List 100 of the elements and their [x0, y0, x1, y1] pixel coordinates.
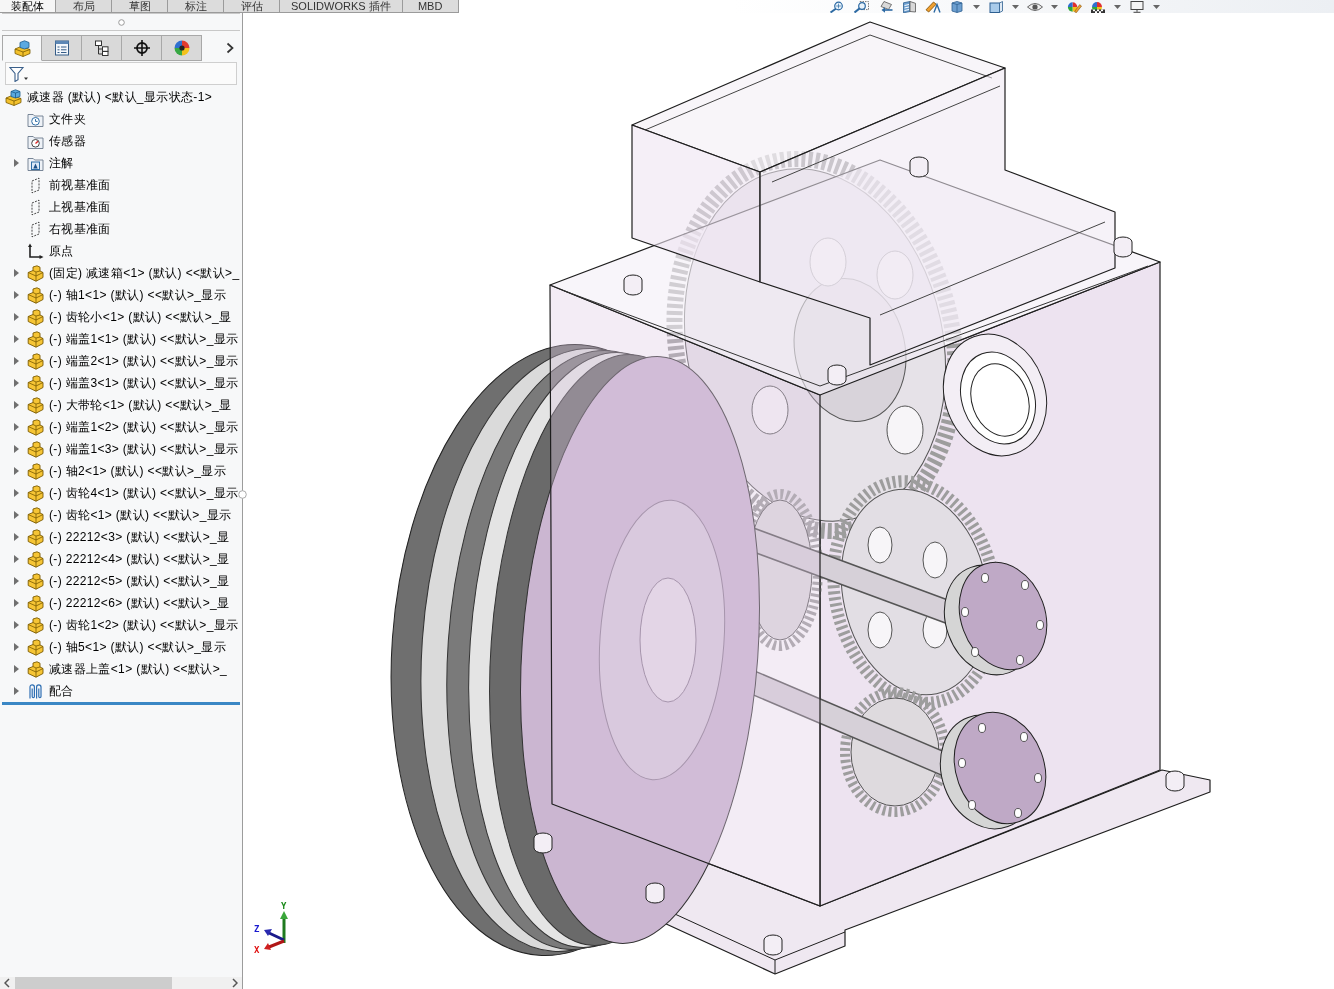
- eye-icon[interactable]: [1027, 0, 1043, 13]
- expand-arrow-icon[interactable]: [13, 357, 19, 365]
- caret-icon[interactable]: [973, 4, 980, 9]
- axis-label: X: [254, 945, 260, 955]
- tree-item[interactable]: (-) 齿轮4<1> (默认) <<默认>_显示: [49, 484, 239, 502]
- expand-arrow-icon[interactable]: [13, 577, 19, 585]
- tree-item[interactable]: (-) 齿轮<1> (默认) <<默认>_显示: [49, 506, 232, 524]
- tree-item[interactable]: 注解: [49, 154, 74, 172]
- axis-label: Y: [281, 901, 287, 911]
- part-block-icon: [27, 528, 44, 546]
- expand-arrow-icon[interactable]: [13, 511, 19, 519]
- axis-triad-icon: [264, 911, 288, 950]
- expand-arrow-icon[interactable]: [13, 291, 19, 299]
- expand-arrow-icon[interactable]: [13, 533, 19, 541]
- expand-arrow-icon[interactable]: [13, 489, 19, 497]
- color-ball-pencil-icon[interactable]: [1066, 0, 1082, 13]
- tree-item[interactable]: (-) 轴5<1> (默认) <<默认>_显示: [49, 638, 227, 656]
- tree-item[interactable]: 原点: [49, 242, 74, 260]
- expand-arrow-icon[interactable]: [13, 665, 19, 673]
- tree-item[interactable]: (-) 22212<4> (默认) <<默认>_显: [49, 550, 230, 568]
- magnifier-box-icon[interactable]: [853, 0, 869, 13]
- horizontal-scrollbar[interactable]: [0, 977, 242, 989]
- tree-item[interactable]: (-) 齿轮小<1> (默认) <<默认>_显: [49, 308, 232, 326]
- expand-arrow-icon[interactable]: [13, 467, 19, 475]
- tree-item[interactable]: (固定) 减速箱<1> (默认) <<默认>_: [49, 264, 240, 282]
- caret-icon[interactable]: [1051, 4, 1058, 9]
- panel-tab[interactable]: [122, 35, 162, 61]
- tree-item[interactable]: (-) 齿轮1<2> (默认) <<默认>_显示: [49, 616, 239, 634]
- expand-arrow-icon[interactable]: [13, 643, 19, 651]
- expand-arrow-icon[interactable]: [13, 555, 19, 563]
- tree-item[interactable]: (-) 22212<3> (默认) <<默认>_显: [49, 528, 230, 546]
- assembly-block-icon: [5, 88, 22, 106]
- part-block-icon: [27, 374, 44, 392]
- part-block-icon: [27, 616, 44, 634]
- panel-tab[interactable]: [82, 35, 122, 61]
- tree-item[interactable]: 减速器上盖<1> (默认) <<默认>_: [49, 660, 228, 678]
- expand-arrow-icon[interactable]: [13, 599, 19, 607]
- part-block-icon: [27, 550, 44, 568]
- command-tab[interactable]: 草图: [112, 0, 168, 13]
- tree-item[interactable]: 右视基准面: [49, 220, 111, 238]
- expand-arrow-icon[interactable]: [13, 269, 19, 277]
- tree-item[interactable]: (-) 端盖1<2> (默认) <<默认>_显示: [49, 418, 239, 436]
- command-tab[interactable]: 装配体: [0, 0, 56, 13]
- part-block-icon: [27, 594, 44, 612]
- color-ball-icon[interactable]: [1090, 0, 1106, 13]
- scrollbar-thumb[interactable]: [15, 977, 172, 989]
- tree-item[interactable]: 前视基准面: [49, 176, 111, 194]
- tree-item[interactable]: (-) 端盖2<1> (默认) <<默认>_显示: [49, 352, 239, 370]
- magnifier-plus-icon[interactable]: [829, 0, 845, 13]
- expand-arrow-icon[interactable]: [13, 313, 19, 321]
- filter-field[interactable]: [5, 62, 237, 85]
- striped-box-icon[interactable]: [901, 0, 917, 13]
- command-tab[interactable]: 评估: [224, 0, 280, 13]
- expand-arrow-icon[interactable]: [13, 335, 19, 343]
- splitter-handle-icon[interactable]: [238, 490, 247, 499]
- monitor-icon[interactable]: [1129, 0, 1145, 13]
- expand-arrow-icon[interactable]: [13, 159, 19, 167]
- tree-item[interactable]: (-) 轴1<1> (默认) <<默认>_显示: [49, 286, 227, 304]
- part-block-icon: [27, 660, 44, 678]
- chevron-left-icon[interactable]: [4, 978, 10, 988]
- part-block-icon: [27, 484, 44, 502]
- tree-item[interactable]: (-) 22212<5> (默认) <<默认>_显: [49, 572, 230, 590]
- expand-arrow-icon[interactable]: [13, 379, 19, 387]
- origin-axes-icon: [27, 242, 44, 260]
- pencil-letter-icon[interactable]: [925, 0, 941, 13]
- command-tab[interactable]: 布局: [56, 0, 112, 13]
- tree-item[interactable]: 传感器: [49, 132, 87, 150]
- expand-arrow-icon[interactable]: [13, 401, 19, 409]
- tree-item[interactable]: (-) 大带轮<1> (默认) <<默认>_显: [49, 396, 232, 414]
- command-tab[interactable]: 标注: [168, 0, 224, 13]
- splitter-handle-icon[interactable]: [117, 18, 125, 26]
- part-block-icon: [27, 308, 44, 326]
- tree-item[interactable]: 减速器 (默认) <默认_显示状态-1>: [27, 88, 213, 106]
- expand-arrow-icon[interactable]: [13, 445, 19, 453]
- caret-icon[interactable]: [1153, 4, 1160, 9]
- command-tab[interactable]: MBD: [402, 0, 459, 13]
- list-window-icon: [53, 40, 70, 56]
- funnel-icon[interactable]: [9, 65, 29, 82]
- color-wheel-icon: [173, 40, 190, 56]
- tree-item[interactable]: (-) 轴2<1> (默认) <<默认>_显示: [49, 462, 227, 480]
- tree-item[interactable]: (-) 22212<6> (默认) <<默认>_显: [49, 594, 230, 612]
- expand-arrow-icon[interactable]: [13, 621, 19, 629]
- caret-icon[interactable]: [1114, 4, 1121, 9]
- command-tab[interactable]: SOLIDWORKS 插件: [280, 0, 403, 13]
- tile-arrow-icon[interactable]: [877, 0, 893, 13]
- chevron-right-icon[interactable]: [226, 42, 234, 54]
- expand-arrow-icon[interactable]: [13, 687, 19, 695]
- tree-item[interactable]: (-) 端盖1<3> (默认) <<默认>_显示: [49, 440, 239, 458]
- tree-item[interactable]: (-) 端盖1<1> (默认) <<默认>_显示: [49, 330, 239, 348]
- panel-tab[interactable]: [42, 35, 82, 61]
- cube-icon[interactable]: [949, 0, 965, 13]
- chevron-right-icon[interactable]: [232, 978, 238, 988]
- box-icon[interactable]: [988, 0, 1004, 13]
- tree-item[interactable]: 文件夹: [49, 110, 87, 128]
- part-block-icon: [27, 572, 44, 590]
- expand-arrow-icon[interactable]: [13, 423, 19, 431]
- tree-item[interactable]: (-) 端盖3<1> (默认) <<默认>_显示: [49, 374, 239, 392]
- tree-item[interactable]: 上视基准面: [49, 198, 111, 216]
- tree-item[interactable]: 配合: [49, 682, 74, 700]
- caret-icon[interactable]: [1012, 4, 1019, 9]
